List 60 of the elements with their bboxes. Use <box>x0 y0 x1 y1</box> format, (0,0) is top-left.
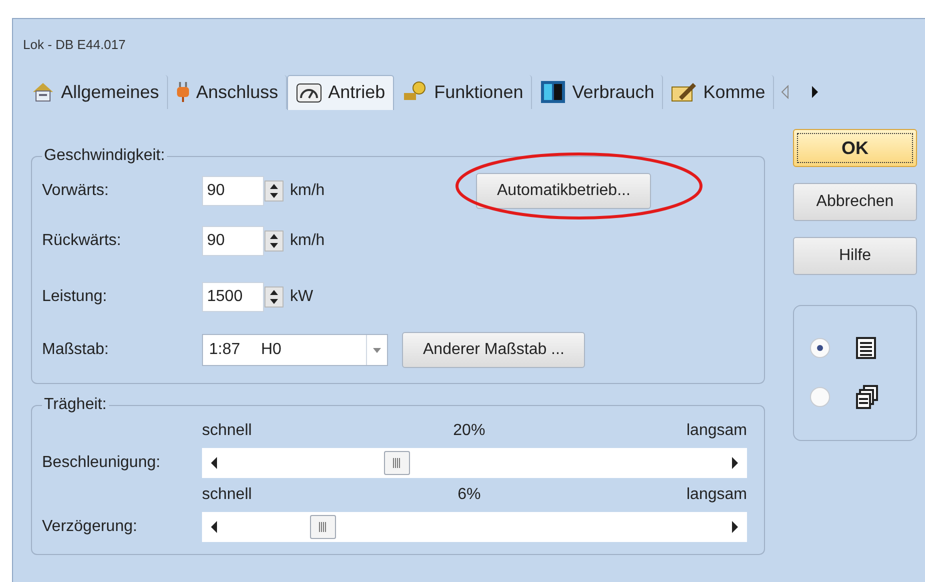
group-title: Trägheit: <box>43 396 108 414</box>
cascade-windows-icon <box>856 385 878 409</box>
slider-track[interactable] <box>202 448 747 478</box>
slider-thumb[interactable] <box>310 515 336 539</box>
slider-thumb[interactable] <box>384 451 410 475</box>
tab[interactable]: Allgemeines <box>23 75 168 109</box>
tab-label: Allgemeines <box>61 82 160 102</box>
field-label: Vorwärts: <box>42 182 110 200</box>
key-icon <box>402 81 428 103</box>
scroll-left-icon[interactable] <box>210 520 218 534</box>
unit-label: km/h <box>290 232 326 250</box>
slider-label: Verzögerung: <box>42 518 138 536</box>
radio-button[interactable] <box>810 387 830 407</box>
tab[interactable]: Verbrauch <box>532 75 664 109</box>
gauge-icon <box>296 82 322 104</box>
scale-dropdown[interactable]: 1:87 H0 <box>202 334 388 366</box>
number-field[interactable]: 90 <box>202 226 264 256</box>
tab[interactable]: Komme <box>663 75 774 109</box>
field-label: Leistung: <box>42 288 108 306</box>
tab-label: Verbrauch <box>572 82 654 102</box>
scroll-right-icon[interactable] <box>731 456 739 470</box>
house-icon <box>31 81 55 103</box>
tab[interactable]: Funktionen <box>394 75 532 109</box>
number-field[interactable]: 1500 <box>202 282 264 312</box>
tab-label: Anschluss <box>196 82 278 102</box>
slider-reading: 20% <box>453 422 486 440</box>
field-label: Maßstab: <box>42 341 110 359</box>
tab-label: Antrieb <box>328 82 386 103</box>
scroll-left-icon[interactable] <box>210 456 218 470</box>
scale-low-label: schnell <box>202 422 252 440</box>
unit-label: km/h <box>290 182 326 200</box>
scale-high-label: langsam <box>686 486 747 504</box>
tab-label: Komme <box>703 82 766 102</box>
dialog-button[interactable]: OK <box>793 129 917 167</box>
unit-label: kW <box>290 288 314 306</box>
action-button[interactable]: Anderer Maßstab ... <box>402 332 586 368</box>
field-label: Rückwärts: <box>42 232 122 250</box>
number-field[interactable]: 90 <box>202 176 264 206</box>
dialog-button[interactable]: Hilfe <box>793 237 917 275</box>
list-icon <box>856 337 876 359</box>
scroll-right-icon[interactable] <box>810 85 820 99</box>
radio-button[interactable] <box>810 338 830 358</box>
spin-arrows-icon[interactable] <box>264 230 284 252</box>
tab-label: Funktionen <box>434 82 524 102</box>
scale-low-label: schnell <box>202 486 252 504</box>
spin-arrows-icon[interactable] <box>264 180 284 202</box>
scale-high-label: langsam <box>686 422 747 440</box>
meter-icon <box>540 80 566 104</box>
plug-icon <box>176 81 190 103</box>
slider-label: Beschleunigung: <box>42 454 162 472</box>
group-title: Geschwindigkeit: <box>43 147 166 165</box>
tab[interactable]: Antrieb <box>287 74 394 110</box>
note-pencil-icon <box>671 81 698 103</box>
spin-arrows-icon[interactable] <box>264 286 284 308</box>
slider-track[interactable] <box>202 512 747 542</box>
scroll-right-icon[interactable] <box>731 520 739 534</box>
slider-reading: 6% <box>458 486 481 504</box>
action-button[interactable]: Automatikbetrieb... <box>476 173 652 209</box>
window-title: Lok - DB E44.017 <box>23 37 127 54</box>
dialog-button[interactable]: Abbrechen <box>793 183 917 221</box>
